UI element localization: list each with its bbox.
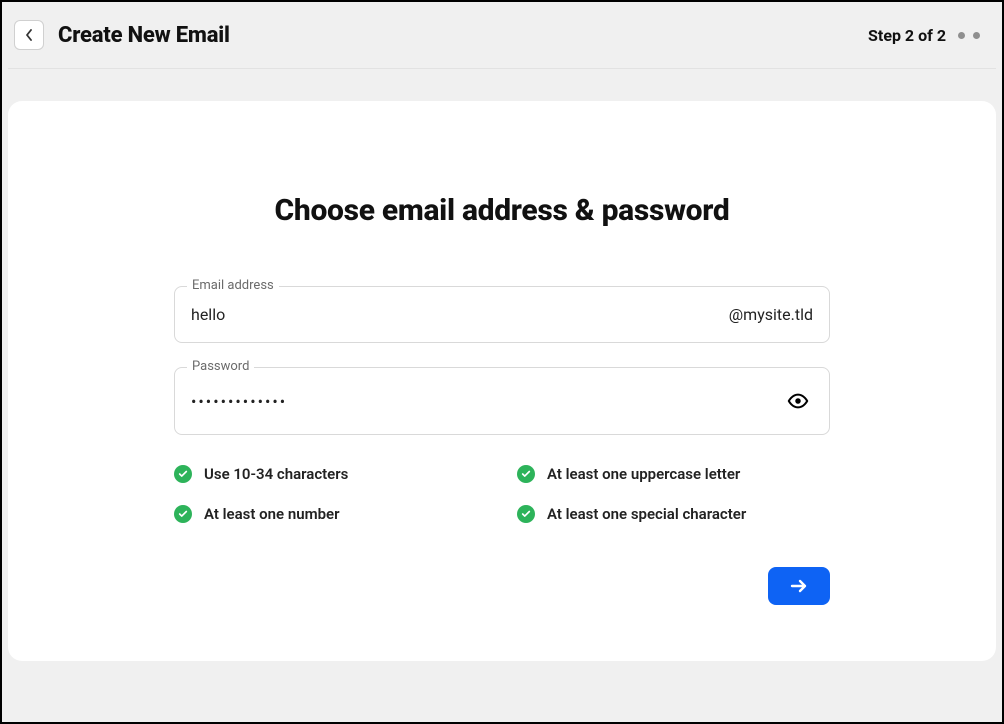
step-dot [973,32,980,39]
check-icon [174,465,192,483]
form-heading: Choose email address & password [174,193,830,228]
form-card: Choose email address & password Email ad… [8,101,996,661]
check-icon [517,465,535,483]
email-field-wrapper: Email address @mysite.tld [174,286,830,343]
email-domain-suffix: @mysite.tld [719,305,813,324]
password-rule: Use 10-34 characters [174,465,487,483]
back-button[interactable] [14,20,44,50]
eye-icon [787,390,809,412]
step-indicator-dots [958,32,980,39]
page-title: Create New Email [58,23,230,48]
email-localpart-input[interactable] [191,305,719,324]
email-field-label: Email address [187,278,279,293]
password-field-label: Password [187,359,254,374]
page-header: Create New Email Step 2 of 2 [2,2,1002,68]
password-rule: At least one number [174,505,487,523]
password-rule: At least one uppercase letter [517,465,830,483]
password-input[interactable] [191,392,783,411]
password-rule-text: At least one special character [547,505,746,523]
toggle-password-visibility-button[interactable] [783,386,813,416]
check-icon [517,505,535,523]
password-rules-grid: Use 10-34 characters At least one upperc… [174,465,830,523]
step-indicator-text: Step 2 of 2 [868,26,946,45]
password-rule-text: At least one uppercase letter [547,465,740,483]
chevron-left-icon [25,29,33,41]
password-rule: At least one special character [517,505,830,523]
password-rule-text: At least one number [204,505,340,523]
check-icon [174,505,192,523]
next-button[interactable] [768,567,830,605]
password-rule-text: Use 10-34 characters [204,465,348,483]
password-field-wrapper: Password [174,367,830,435]
step-dot [958,32,965,39]
arrow-right-icon [790,578,808,594]
